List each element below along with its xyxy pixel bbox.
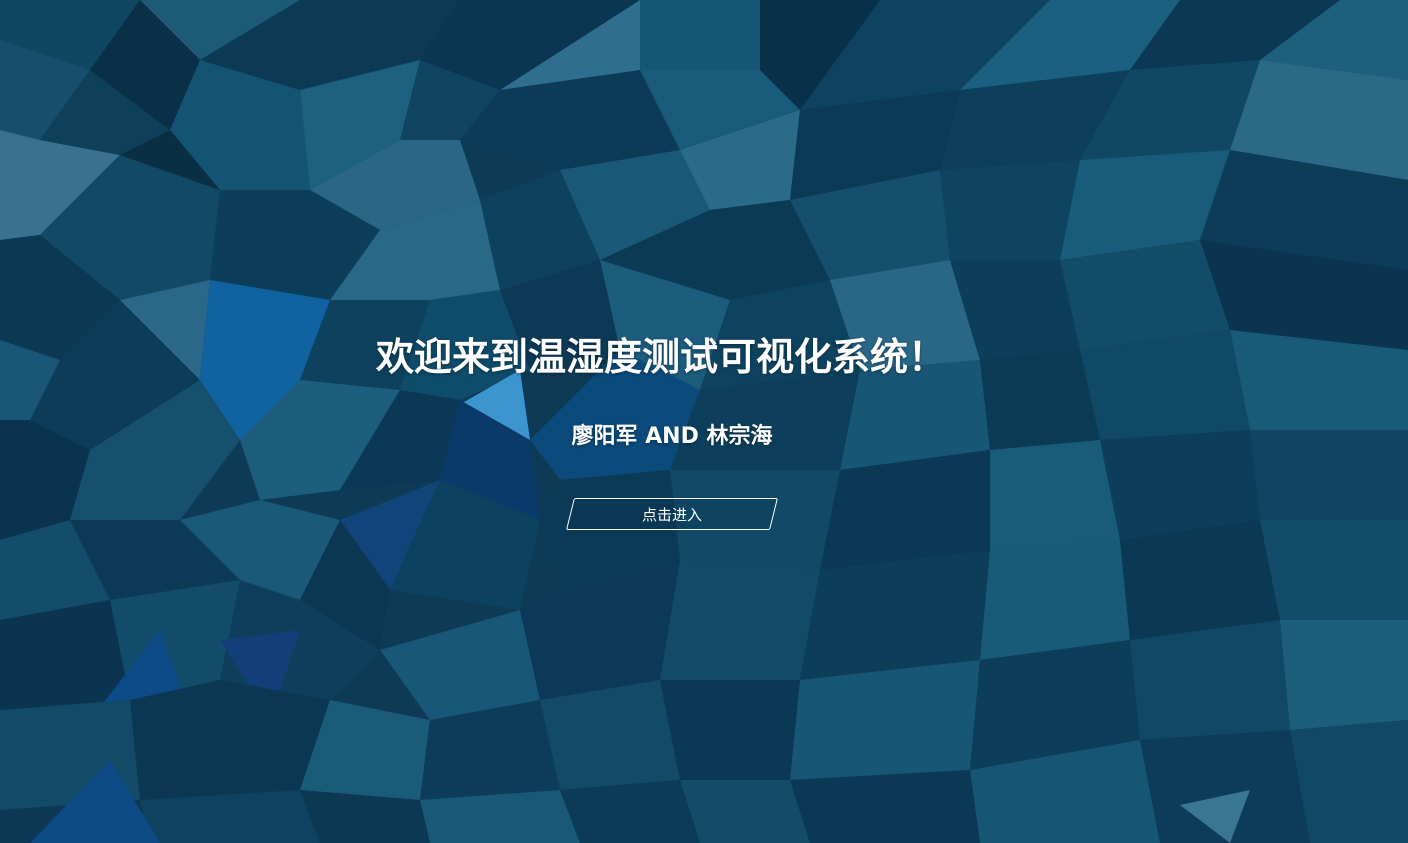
enter-button[interactable]: 点击进入	[566, 498, 778, 530]
enter-button-label: 点击进入	[641, 505, 702, 524]
welcome-title: 欢迎来到温湿度测试可视化系统！	[375, 335, 946, 379]
authors-line: 廖阳军 AND 林宗海	[571, 424, 773, 449]
landing-page: 欢迎来到温湿度测试可视化系统！ 廖阳军 AND 林宗海 点击进入	[0, 0, 1408, 843]
